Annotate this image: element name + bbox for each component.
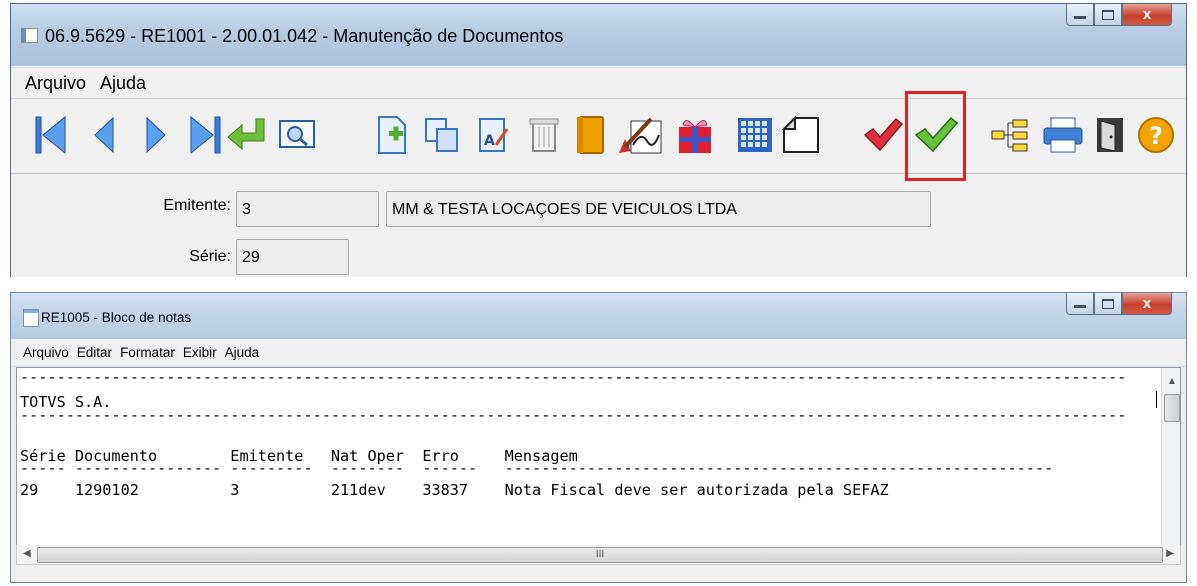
minimize-button[interactable] bbox=[1066, 4, 1094, 26]
menu-editar[interactable]: Editar bbox=[77, 345, 112, 366]
horizontal-scrollbar[interactable]: ◀ III ▶ bbox=[16, 545, 1181, 565]
menu-arquivo[interactable]: Arquivo bbox=[25, 73, 86, 98]
minimize-icon bbox=[1074, 305, 1086, 308]
close-icon: x bbox=[1142, 295, 1152, 312]
title-bar: 06.9.5629 - RE1001 - 2.00.01.042 - Manut… bbox=[11, 4, 1186, 66]
scroll-up-icon[interactable]: ▲ bbox=[1167, 376, 1177, 387]
minimize-icon bbox=[1074, 16, 1086, 19]
notepad-title: RE1005 - Bloco de notas bbox=[41, 310, 192, 325]
serie-label: Série: bbox=[189, 248, 231, 265]
new-record-icon[interactable] bbox=[375, 115, 409, 155]
vertical-scrollbar[interactable]: ▲ bbox=[1161, 368, 1180, 546]
book-icon[interactable] bbox=[573, 115, 607, 155]
menu-exibir[interactable]: Exibir bbox=[183, 345, 217, 366]
emitente-label: Emitente: bbox=[163, 197, 231, 214]
text-cursor bbox=[1156, 391, 1157, 408]
print-icon[interactable] bbox=[1041, 115, 1085, 155]
divider bbox=[0, 277, 1197, 292]
app-icon bbox=[21, 28, 38, 43]
horizontal-scroll-thumb[interactable]: III bbox=[37, 547, 1163, 563]
svg-text:A: A bbox=[484, 133, 495, 149]
goto-icon[interactable] bbox=[226, 115, 270, 155]
window-title: 06.9.5629 - RE1001 - 2.00.01.042 - Manut… bbox=[45, 26, 564, 46]
menu-formatar[interactable]: Formatar bbox=[120, 345, 175, 366]
signature-icon[interactable] bbox=[617, 115, 671, 155]
notepad-minimize-button[interactable] bbox=[1066, 293, 1094, 315]
menu-ajuda[interactable]: Ajuda bbox=[225, 345, 260, 366]
document-form: Emitente: 3 MM & TESTA LOCAÇOES DE VEICU… bbox=[11, 174, 1186, 277]
notepad-maximize-button[interactable] bbox=[1094, 293, 1122, 315]
copy-icon[interactable] bbox=[423, 115, 461, 155]
toolbar: A ? bbox=[11, 98, 1186, 174]
page-icon[interactable] bbox=[781, 115, 821, 155]
highlight-box bbox=[905, 91, 966, 181]
maintenance-window: 06.9.5629 - RE1001 - 2.00.01.042 - Manut… bbox=[10, 3, 1187, 277]
exit-door-icon[interactable] bbox=[1093, 115, 1129, 155]
scroll-left-icon[interactable]: ◀ bbox=[23, 548, 31, 559]
notepad-menu-bar: Arquivo Editar Formatar Exibir Ajuda bbox=[11, 340, 1186, 367]
text-content: ----------------------------------------… bbox=[17, 368, 1161, 546]
emitente-code-field[interactable]: 3 bbox=[236, 191, 379, 227]
last-record-icon[interactable] bbox=[187, 115, 223, 155]
check-red-icon[interactable] bbox=[861, 115, 903, 155]
text-editor[interactable]: ----------------------------------------… bbox=[16, 367, 1181, 547]
first-record-icon[interactable] bbox=[33, 115, 69, 155]
vertical-scroll-thumb[interactable] bbox=[1164, 394, 1180, 422]
help-icon[interactable]: ? bbox=[1137, 115, 1175, 155]
serie-field[interactable]: 29 bbox=[236, 239, 349, 275]
prev-record-icon[interactable] bbox=[91, 115, 117, 155]
scroll-right-icon[interactable]: ▶ bbox=[1166, 548, 1174, 559]
gift-icon[interactable] bbox=[675, 115, 715, 155]
maximize-button[interactable] bbox=[1094, 4, 1122, 26]
close-button[interactable]: x bbox=[1122, 4, 1172, 26]
search-icon[interactable] bbox=[277, 115, 319, 155]
notepad-window: RE1005 - Bloco de notas x Arquivo Editar… bbox=[10, 292, 1187, 583]
grid-icon[interactable] bbox=[735, 115, 775, 155]
maximize-icon bbox=[1102, 9, 1114, 20]
delete-icon[interactable] bbox=[527, 115, 561, 155]
maximize-icon bbox=[1102, 298, 1114, 309]
menu-arquivo[interactable]: Arquivo bbox=[23, 345, 69, 366]
svg-text:?: ? bbox=[1149, 122, 1163, 150]
close-icon: x bbox=[1142, 6, 1152, 23]
edit-icon[interactable]: A bbox=[476, 115, 510, 155]
notepad-icon bbox=[23, 309, 39, 327]
emitente-name-field[interactable]: MM & TESTA LOCAÇOES DE VEICULOS LTDA bbox=[386, 191, 931, 227]
notepad-close-button[interactable]: x bbox=[1122, 293, 1172, 315]
next-record-icon[interactable] bbox=[143, 115, 169, 155]
separator-line: ----------------------------------------… bbox=[20, 368, 1127, 386]
notepad-title-bar: RE1005 - Bloco de notas x bbox=[11, 293, 1186, 339]
menu-ajuda[interactable]: Ajuda bbox=[100, 73, 146, 98]
separator-line: ----------------------------------------… bbox=[20, 406, 1127, 424]
menu-bar: Arquivo Ajuda bbox=[11, 67, 1186, 98]
data-row: 29 1290102 3 211dev 33837 Nota Fiscal de… bbox=[20, 481, 889, 499]
underline-line: ----- ---------------- --------- -------… bbox=[20, 459, 1054, 477]
tree-icon[interactable] bbox=[989, 115, 1031, 155]
